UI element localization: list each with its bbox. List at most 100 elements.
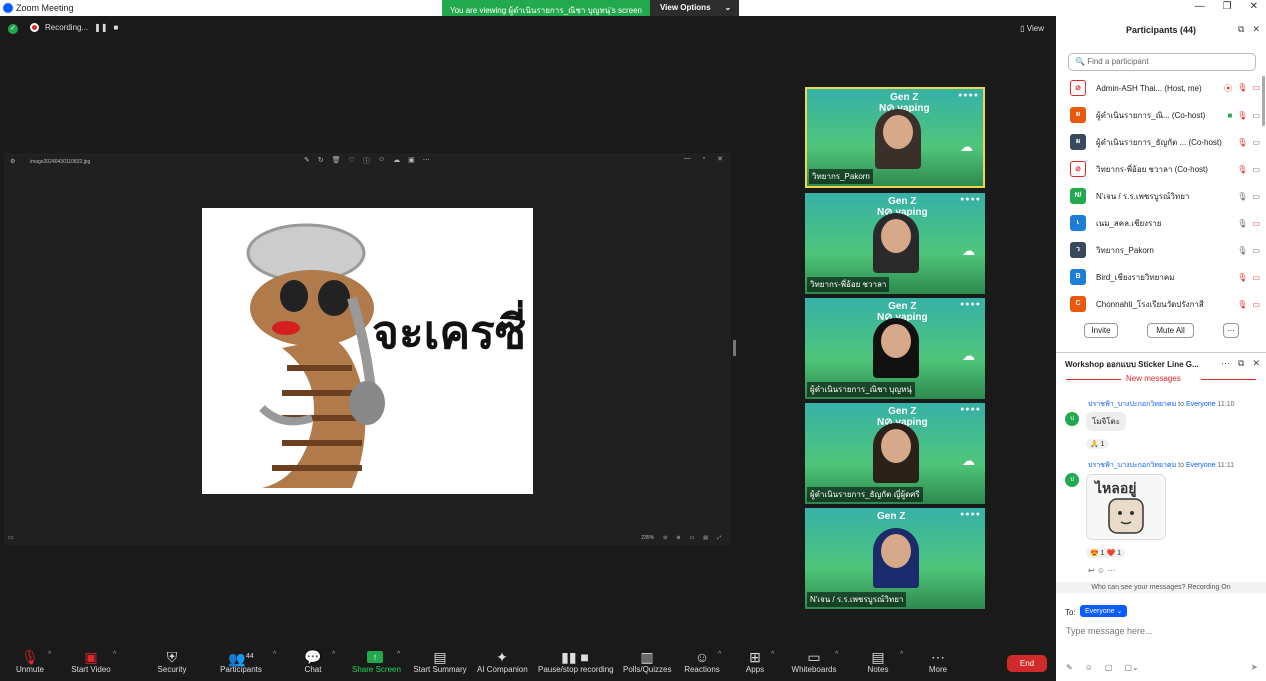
shared-maximize-icon: ▫ [702,155,706,162]
video-off-icon[interactable]: ▭ [1252,273,1260,282]
mic-muted-icon[interactable]: 🎙 [1237,83,1247,94]
mic-muted-icon[interactable]: 🎙 [1237,165,1247,174]
video-tile[interactable]: Gen Z ●●●● N'เจน / ร.ร.เพชรบูรณ์วิทยา [805,508,985,609]
participants-caret-icon[interactable]: ^ [273,651,276,658]
whiteboards-caret-icon[interactable]: ^ [835,651,838,658]
minimize-button[interactable]: — [1195,1,1205,12]
mute-all-button[interactable]: Mute All [1147,323,1194,338]
reaction-badge[interactable]: 🙏 1 [1086,439,1109,449]
mic-muted-icon[interactable]: 🎙 [1237,111,1247,120]
security-button[interactable]: ⛨ Security [155,649,189,674]
participant-row[interactable]: ผ ผู้ดำเนินรายการ_ธัญกัต ... (Co-host) 🎙… [1070,132,1260,152]
mic-muted-icon[interactable]: 🎙 [1237,138,1247,147]
chat-input[interactable]: Type message here... [1066,626,1153,636]
video-icon[interactable]: ▭ [1252,192,1260,201]
mic-icon[interactable]: 🎙 [1237,219,1247,228]
shared-file-name: image20240430110832.jpg [30,159,91,165]
chat-more-icon[interactable]: ⋯ [1221,358,1230,369]
participant-row[interactable]: ⊘ Admin-ASH Thai... (Host, me) ⦿ 🎙 ▭ [1070,78,1260,98]
close-button[interactable]: ✕ [1250,1,1258,12]
summary-icon: ▤ [433,649,447,665]
popout-icon[interactable]: ⧉ [1238,24,1244,35]
video-icon[interactable]: ▭ [1252,246,1260,255]
chat-button[interactable]: 💬 Chat [300,649,326,674]
participant-row[interactable]: ว วิทยากร_Pakorn 🎙 ▭ [1070,240,1260,260]
notes-button[interactable]: ▤ Notes [866,649,890,674]
recipient-dropdown[interactable]: Everyone ⌄ [1080,605,1128,617]
video-off-icon[interactable]: ▭ [1252,83,1260,94]
apps-caret-icon[interactable]: ^ [771,651,774,658]
pause-recording-button[interactable]: ❚❚ [94,23,107,32]
chat-visibility-note[interactable]: Who can see your messages? Recording On [1056,582,1266,593]
video-icon[interactable]: ▭ [1252,165,1260,174]
participant-row[interactable]: ผ ผู้ดำเนินรายการ_ณิ... (Co-host) ■ 🎙 ▭ [1070,105,1260,125]
view-options-button[interactable]: View Options ⌄ [649,0,740,16]
participant-row[interactable]: N/ N'เจน / ร.ร.เพชรบูรณ์วิทยา 🎙 ▭ [1070,186,1260,206]
emoji-icon[interactable]: ☺ [1085,663,1093,672]
send-icon[interactable]: ➤ [1250,662,1258,673]
video-tile[interactable]: Gen Z N⊘ vaping ●●●● ☁ วิทยากร-พี่อ้อย ชว… [805,193,985,294]
sender-name[interactable]: ปราชฟ้า_บางปะกอกวิทยาคม [1088,401,1176,408]
format-icon[interactable]: ✎ [1066,663,1073,672]
zoom-logo-icon [3,3,13,13]
audio-options-caret-icon[interactable]: ^ [48,651,51,658]
file-icon[interactable]: ▢ [1105,663,1113,672]
participant-row[interactable]: C Chonnahti_โรงเรียนวัดปรังกาสี 🎙 ▭ [1070,294,1260,314]
participants-button[interactable]: 👥44 Participants [218,649,264,674]
participant-search-input[interactable]: 🔍 Find a participant [1068,53,1256,71]
ai-companion-button[interactable]: ✦ AI Companion [477,649,528,674]
message-time: 11:10 [1217,401,1235,408]
video-tile[interactable]: Gen Z N⊘ vaping ●●●● ☁ วิทยากร_Pakorn [805,87,985,188]
mic-muted-icon[interactable]: 🎙 [1237,300,1247,309]
participants-more-button[interactable]: ⋯ [1223,323,1239,338]
sender-name[interactable]: ปราชฟ้า_บางปะกอกวิทยาคม [1088,462,1176,469]
invite-button[interactable]: Invite [1084,323,1118,338]
video-icon[interactable]: ▭ [1252,138,1260,147]
participant-row[interactable]: ⊘ วิทยากร-พี่อ้อย ชวาลา (Co-host) 🎙 ▭ [1070,159,1260,179]
share-screen-icon: ↑ [367,651,383,663]
apps-button[interactable]: ⊞ Apps [743,649,767,674]
pause-stop-recording-button[interactable]: ▮▮ ■ Pause/stop recording [538,649,614,674]
close-icon[interactable]: ✕ [1252,358,1260,369]
popout-icon[interactable]: ⧉ [1238,358,1244,369]
maximize-button[interactable]: ❐ [1223,1,1232,12]
start-video-button[interactable]: ▣ Start Video [70,649,112,674]
stop-recording-button[interactable]: ■ [114,23,119,32]
mic-icon[interactable]: 🎙 [1237,192,1247,201]
shared-close-icon: ✕ [717,156,723,163]
pause-stop-icon: ▮▮ ■ [561,649,589,665]
share-caret-icon[interactable]: ^ [397,651,400,658]
screenshot-icon[interactable]: ▢⌄ [1124,663,1138,672]
video-tile[interactable]: Gen Z N⊘ vaping ●●●● ☁ ผู้ดำเนินรายการ_ณิ… [805,298,985,399]
video-options-caret-icon[interactable]: ^ [113,651,116,658]
sticker-message[interactable]: ไหลอยู่ [1086,474,1166,540]
reaction-badge[interactable]: 😍 1 ❤️ 1 [1086,548,1126,558]
participant-row[interactable]: เ เนม_สคล.เชียงราย 🎙 ▭ [1070,213,1260,233]
polls-quizzes-button[interactable]: ▥ Polls/Quizzes [623,649,671,674]
unmute-button[interactable]: 🎙 Unmute [14,649,46,674]
reactions-button[interactable]: ☺ Reactions [684,649,720,674]
photo-viewer-tools: ✎ ↻ 🗑 ♡ ⓘ ☺ ☁ ▣ ⋯ [304,156,430,166]
whiteboards-button[interactable]: ▭ Whiteboards [790,649,838,674]
share-screen-button[interactable]: ↑ Share Screen [352,649,401,674]
video-tile[interactable]: Gen Z N⊘ vaping ●●●● ☁ ผู้ดำเนินรายการ_ธั… [805,403,985,504]
end-meeting-button[interactable]: End [1007,655,1047,672]
mic-icon[interactable]: 🎙 [1237,246,1247,255]
participant-row[interactable]: B Bird_เชียงรายวิทยาคม 🎙 ▭ [1070,267,1260,287]
mic-muted-icon[interactable]: 🎙 [1237,273,1247,282]
split-resize-handle[interactable] [733,340,736,356]
apps-icon: ⊞ [749,649,761,665]
participants-scrollbar[interactable] [1262,76,1265,126]
encryption-shield-icon[interactable]: ✓ [8,24,18,34]
message-actions[interactable]: ↩ ☺ ⋯ [1088,566,1115,575]
reactions-caret-icon[interactable]: ^ [718,651,721,658]
video-off-icon[interactable]: ▭ [1252,300,1260,309]
notes-caret-icon[interactable]: ^ [900,651,903,658]
video-off-icon[interactable]: ▭ [1252,219,1260,228]
close-icon[interactable]: ✕ [1252,24,1260,35]
view-button[interactable]: ▯ View [1020,24,1044,33]
video-icon[interactable]: ▭ [1252,111,1260,120]
start-summary-button[interactable]: ▤ Start Summary [413,649,467,674]
chat-caret-icon[interactable]: ^ [332,651,335,658]
more-button[interactable]: ⋯ More [926,649,950,674]
